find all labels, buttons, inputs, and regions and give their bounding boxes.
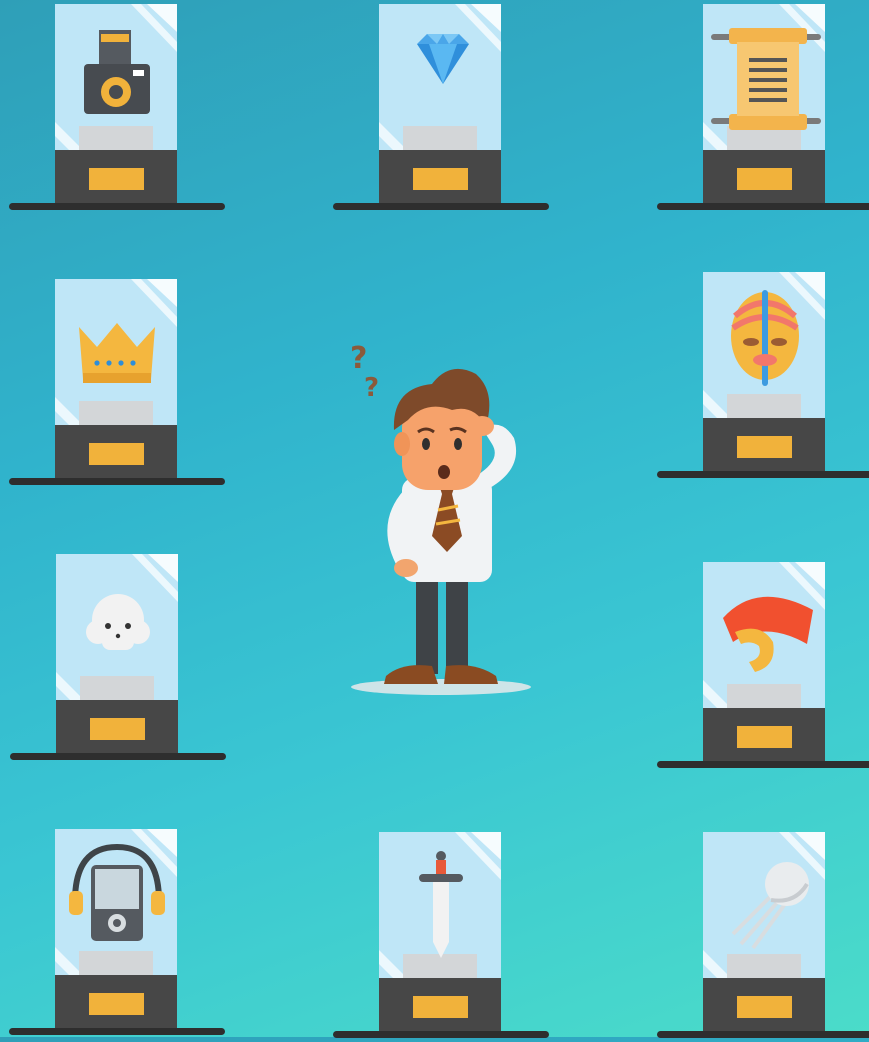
exhibit-sword[interactable] bbox=[333, 832, 549, 1042]
exhibit-diamond[interactable] bbox=[333, 4, 549, 214]
confused-businessman: ? ? bbox=[346, 340, 536, 700]
exhibit-scroll[interactable] bbox=[657, 4, 869, 214]
exhibit-camera[interactable] bbox=[9, 4, 225, 214]
svg-text:?: ? bbox=[364, 373, 379, 403]
svg-text:?: ? bbox=[350, 341, 367, 376]
exhibit-skull[interactable] bbox=[10, 554, 226, 764]
exhibit-mask[interactable] bbox=[657, 272, 869, 482]
exhibit-sputnik[interactable] bbox=[657, 832, 869, 1042]
exhibit-crown[interactable] bbox=[9, 279, 225, 489]
question-marks-icon: ? ? bbox=[350, 341, 379, 403]
exhibit-helmet[interactable] bbox=[657, 562, 869, 772]
exhibit-walkman[interactable] bbox=[9, 829, 225, 1039]
